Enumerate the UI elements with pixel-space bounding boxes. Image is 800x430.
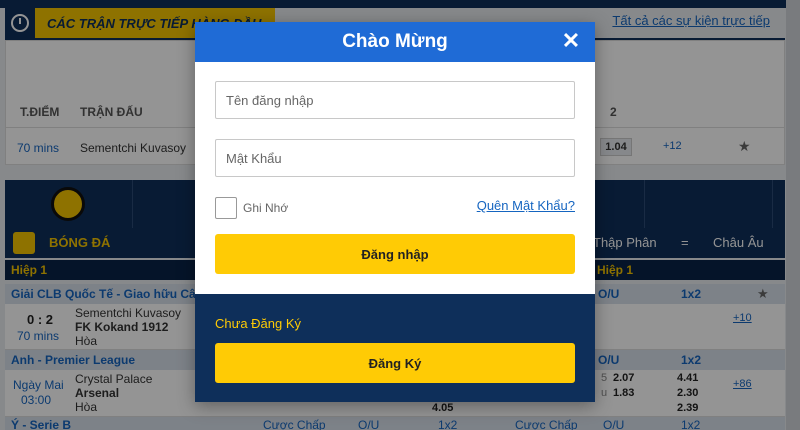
no-account-text: Chưa Đăng Ký <box>215 316 302 331</box>
login-modal: Chào Mừng ✕ Ghi Nhớ Quên Mật Khẩu? Đăng … <box>195 22 595 402</box>
register-section: Chưa Đăng Ký Đăng Ký <box>195 294 595 402</box>
remember-label: Ghi Nhớ <box>243 201 289 215</box>
forgot-password-link[interactable]: Quên Mật Khẩu? <box>477 198 575 213</box>
login-button[interactable]: Đăng nhập <box>215 234 575 274</box>
password-input[interactable] <box>215 139 575 177</box>
modal-title: Chào Mừng <box>342 31 448 52</box>
remember-me[interactable]: Ghi Nhớ <box>215 197 288 219</box>
username-input[interactable] <box>215 81 575 119</box>
close-icon[interactable]: ✕ <box>559 30 583 54</box>
modal-header: Chào Mừng ✕ <box>195 22 595 62</box>
remember-checkbox[interactable] <box>215 197 237 219</box>
register-button[interactable]: Đăng Ký <box>215 343 575 383</box>
